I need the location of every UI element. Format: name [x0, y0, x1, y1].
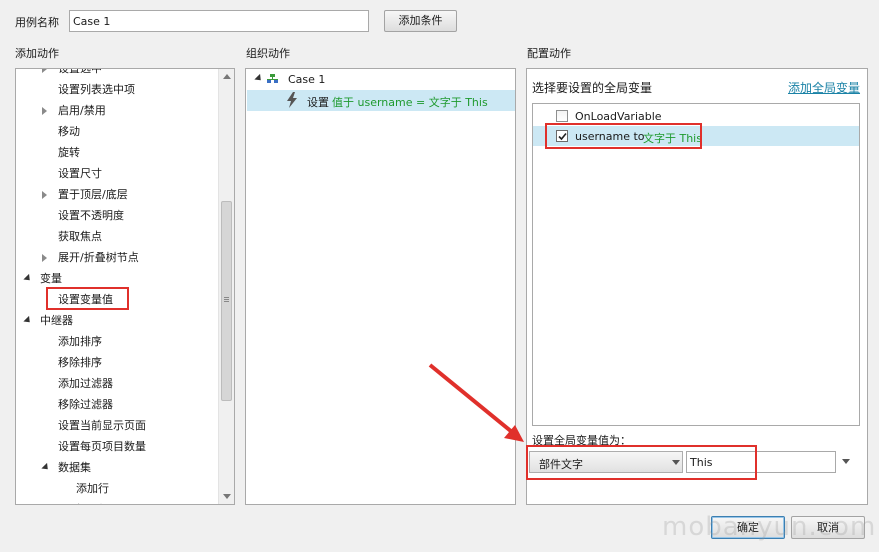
annotation-arrow-icon: [428, 363, 524, 442]
watermark: mobanyun.com: [662, 512, 877, 542]
